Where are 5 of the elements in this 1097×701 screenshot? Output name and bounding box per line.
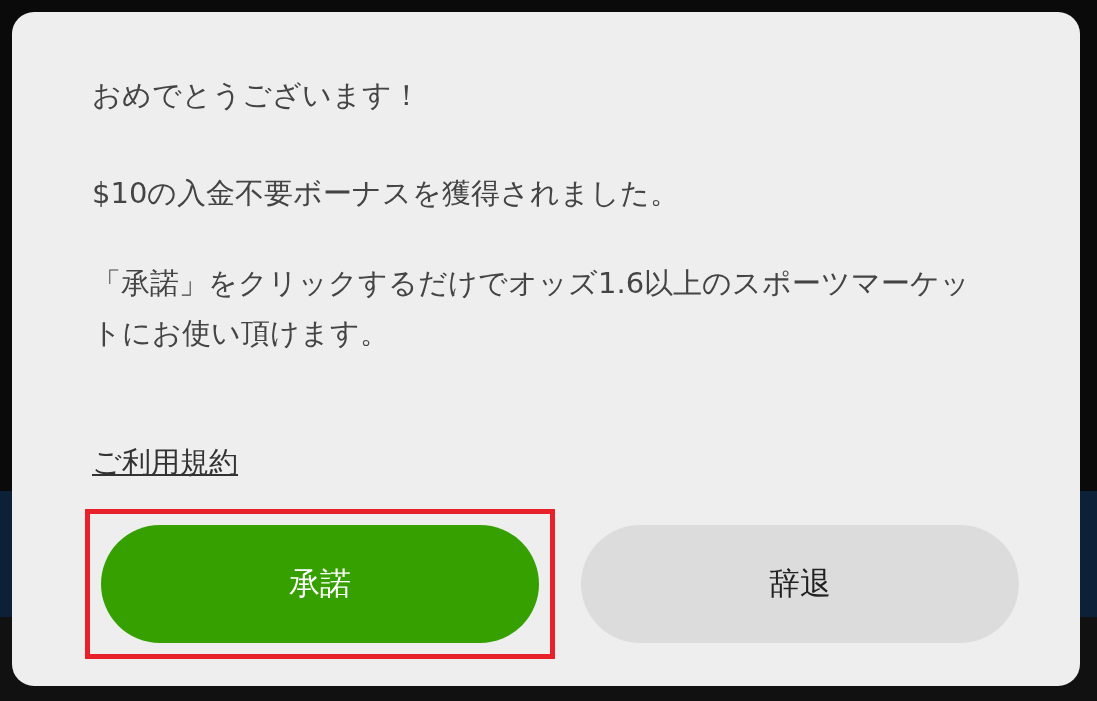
greeting-text: おめでとうございます！ bbox=[92, 77, 422, 114]
terms-link[interactable]: ご利用規約 bbox=[92, 443, 238, 483]
bonus-message: $10の入金不要ボーナスを獲得されました。 bbox=[92, 175, 681, 212]
decline-button[interactable]: 辞退 bbox=[581, 525, 1019, 643]
instructions-text: 「承諾」をクリックするだけでオッズ1.6以上のスポーツマーケットにお使い頂けます。 bbox=[92, 265, 972, 352]
